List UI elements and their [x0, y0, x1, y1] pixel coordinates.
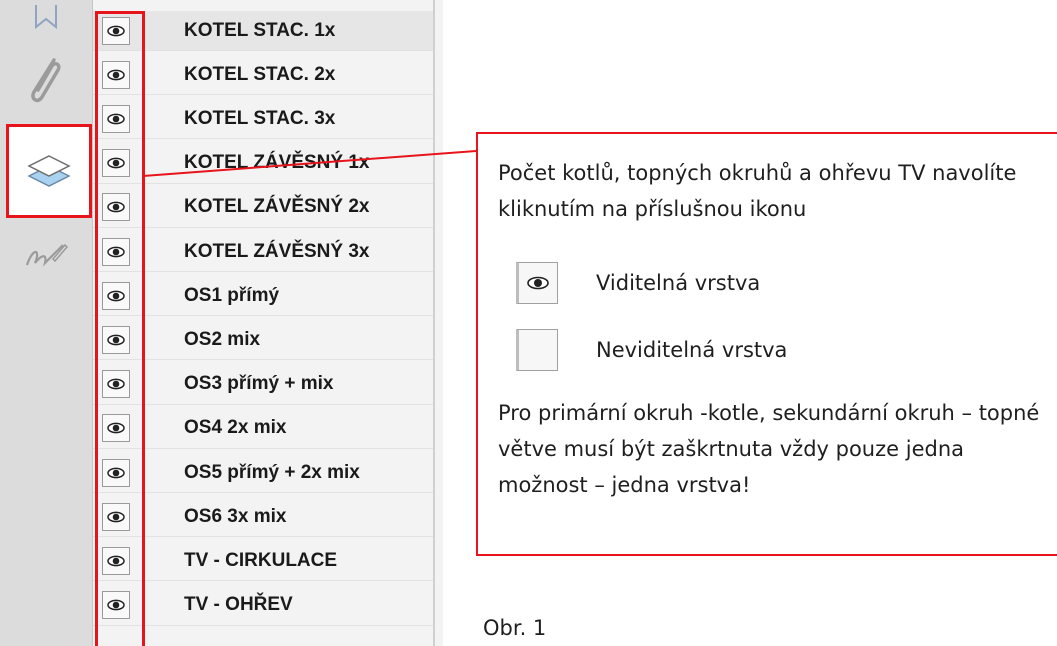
callout-intro-text: Počet kotlů, topných okruhů a ohřevu TV …: [498, 161, 1017, 221]
layer-visibility-toggle[interactable]: [102, 458, 130, 487]
eye-icon: [107, 69, 125, 81]
layer-row[interactable]: KOTEL ZÁVĚSNÝ 1x: [93, 144, 433, 184]
signature-icon[interactable]: [0, 232, 92, 280]
layer-row[interactable]: KOTEL STAC. 1x: [93, 11, 433, 51]
eye-icon: [107, 157, 125, 169]
layer-label: OS3 přímý + mix: [184, 373, 334, 395]
layer-row[interactable]: KOTEL STAC. 2x: [93, 55, 433, 96]
layers-panel: KOTEL STAC. 1x KOTEL STAC. 2x KOTEL STAC. …: [93, 0, 443, 646]
layer-label: KOTEL STAC. 2x: [184, 63, 336, 85]
legend-visible-layer: Viditelná vrstva: [516, 262, 760, 304]
layer-label: TV - CIRKULACE: [184, 549, 338, 571]
layer-row[interactable]: OS3 přímý + mix: [93, 365, 433, 405]
layer-label: OS4 2x mix: [184, 417, 287, 439]
legend-hidden-layer: Neviditelná vrstva: [516, 329, 787, 371]
eye-icon: [527, 276, 549, 290]
layer-row[interactable]: KOTEL ZÁVĚSNÝ 2x: [93, 188, 433, 228]
eye-icon: [107, 201, 125, 213]
legend-visible-label: Viditelná vrstva: [596, 271, 761, 295]
layer-label: TV - OHŘEV: [184, 594, 293, 616]
layers-icon[interactable]: [6, 124, 92, 218]
paperclip-icon[interactable]: [0, 48, 92, 116]
layer-visibility-toggle[interactable]: [102, 193, 130, 222]
layer-visibility-toggle[interactable]: [102, 325, 130, 354]
eye-icon: [107, 113, 125, 125]
eye-icon: [107, 555, 125, 567]
layer-visibility-toggle[interactable]: [102, 16, 130, 45]
eye-icon: [107, 246, 125, 257]
layer-label: OS1 přímý: [184, 284, 280, 306]
layer-label: KOTEL ZÁVĚSNÝ 1x: [184, 152, 370, 174]
layer-visibility-toggle[interactable]: [102, 237, 130, 266]
layer-label: KOTEL STAC. 3x: [184, 107, 336, 129]
layer-visibility-toggle[interactable]: [102, 414, 130, 443]
figure-caption: Obr. 1: [483, 616, 547, 640]
bookmark-icon[interactable]: [0, 0, 92, 40]
layer-label: KOTEL ZÁVĚSNÝ 2x: [184, 196, 370, 218]
eye-icon: [107, 422, 125, 434]
layer-visibility-toggle[interactable]: [102, 591, 130, 620]
layer-visibility-toggle[interactable]: [102, 281, 130, 310]
eye-icon: [107, 378, 125, 390]
layer-visibility-toggle[interactable]: [102, 149, 130, 178]
layer-row[interactable]: KOTEL STAC. 3x: [93, 99, 433, 140]
eye-icon: [107, 511, 125, 523]
layer-label: KOTEL ZÁVĚSNÝ 3x: [184, 240, 370, 262]
layer-row[interactable]: TV - CIRKULACE: [93, 541, 433, 582]
callout-box: Počet kotlů, topných okruhů a ohřevu TV …: [476, 132, 1057, 556]
layer-row[interactable]: OS2 mix: [93, 320, 433, 361]
layer-row[interactable]: KOTEL ZÁVĚSNÝ 3x: [93, 232, 433, 272]
layer-visibility-toggle[interactable]: [102, 104, 130, 133]
hidden-layer-toggle: [516, 329, 558, 371]
layer-row[interactable]: OS5 přímý + 2x mix: [93, 453, 433, 493]
eye-icon: [107, 599, 125, 611]
layer-row[interactable]: OS6 3x mix: [93, 497, 433, 538]
legend-hidden-label: Neviditelná vrstva: [596, 338, 788, 362]
eye-icon: [107, 290, 125, 302]
layer-label: OS2 mix: [184, 328, 261, 350]
visible-layer-toggle: [516, 262, 558, 304]
layer-row[interactable]: OS1 přímý: [93, 276, 433, 317]
layer-row[interactable]: TV - OHŘEV: [93, 586, 433, 626]
layer-visibility-toggle[interactable]: [102, 60, 130, 89]
navigation-rail: [0, 0, 93, 646]
eye-icon: [107, 334, 125, 346]
layer-visibility-toggle[interactable]: [102, 502, 130, 531]
callout-rule-text: Pro primární okruh -kotle, sekundární ok…: [498, 401, 1040, 497]
layer-label: KOTEL STAC. 1x: [184, 19, 336, 41]
panel-divider: [433, 0, 435, 646]
layer-visibility-toggle[interactable]: [102, 370, 130, 399]
layer-visibility-toggle[interactable]: [102, 546, 130, 575]
eye-icon: [107, 25, 125, 36]
eye-icon: [107, 467, 125, 478]
layer-row[interactable]: OS4 2x mix: [93, 409, 433, 449]
layer-label: OS6 3x mix: [184, 505, 287, 527]
layer-label: OS5 přímý + 2x mix: [184, 461, 360, 483]
